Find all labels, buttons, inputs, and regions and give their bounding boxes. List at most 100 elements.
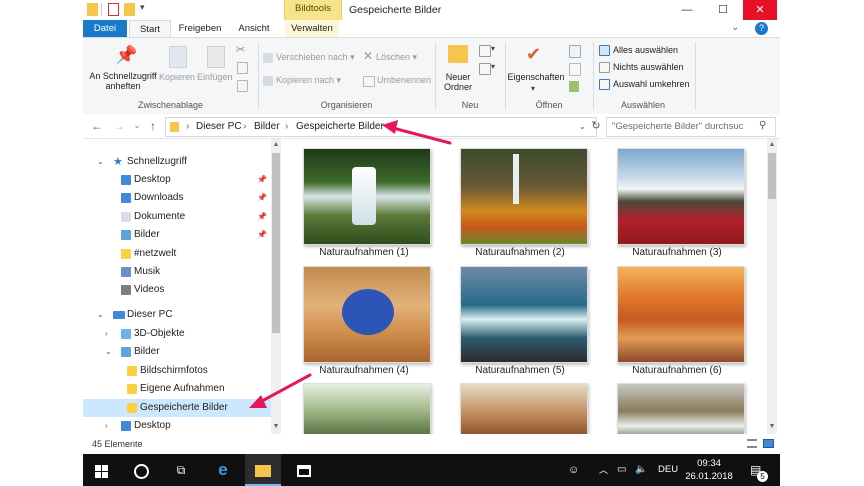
pin-quick-access-button[interactable]: An Schnellzugriff anheften [88, 71, 158, 91]
thumbnail-mountain-meadow[interactable] [617, 148, 745, 245]
breadcrumb-dieser-pc[interactable]: Dieser PC [196, 118, 242, 136]
new-item-icon[interactable] [479, 45, 491, 57]
scroll-down-icon[interactable]: ▼ [767, 423, 777, 430]
invert-selection-button[interactable]: Auswahl umkehren [613, 79, 690, 89]
tab-freigeben[interactable]: Freigeben [175, 20, 225, 37]
close-button[interactable]: ✕ [743, 0, 777, 20]
chevron-down-icon[interactable]: ⌄ [97, 306, 104, 324]
cut-icon[interactable]: ✂ [236, 43, 245, 56]
tree-item-this-pc[interactable]: ⌄ Dieser PC [83, 306, 271, 324]
history-icon[interactable] [569, 81, 579, 92]
task-view-button[interactable]: ⧉ [163, 454, 199, 486]
input-language[interactable]: DEU [658, 454, 678, 486]
chevron-down-icon[interactable]: ⌄ [105, 343, 112, 361]
breadcrumb-separator[interactable]: › [186, 118, 189, 136]
volume-icon[interactable]: 🔈 [635, 454, 647, 486]
search-icon[interactable]: ⚲ [759, 120, 766, 131]
copy-button[interactable]: Kopieren [159, 72, 195, 82]
new-item-dropdown-icon[interactable]: ▾ [491, 44, 495, 53]
rename-button[interactable]: Umbenennen [377, 75, 431, 85]
start-button[interactable] [83, 454, 119, 486]
chevron-right-icon[interactable]: › [105, 325, 108, 343]
minimize-button[interactable]: — [670, 0, 704, 20]
chevron-right-icon[interactable]: › [105, 417, 108, 435]
tree-item-dokumente[interactable]: Dokumente 📌 [83, 208, 271, 226]
easy-access-dropdown-icon[interactable]: ▾ [491, 62, 495, 71]
file-name[interactable]: Naturaufnahmen (4) [284, 365, 444, 376]
people-icon[interactable]: ☺ [568, 454, 579, 486]
scroll-down-icon[interactable]: ▼ [271, 423, 281, 430]
forward-button[interactable]: → [112, 118, 126, 134]
tree-item-eigene-aufnahmen[interactable]: Eigene Aufnahmen [83, 380, 271, 398]
large-icons-view-icon[interactable] [763, 439, 774, 448]
cortana-button[interactable] [123, 454, 159, 486]
thumbnail-canyon[interactable] [617, 266, 745, 363]
quick-access-toolbar-dropdown-icon[interactable]: ▾ [140, 2, 145, 13]
thumbnail-waterfall[interactable] [303, 148, 431, 245]
file-name[interactable]: Naturaufnahmen (5) [440, 365, 600, 376]
tree-item-videos[interactable]: Videos [83, 281, 271, 299]
network-icon[interactable]: ▭ [617, 454, 626, 486]
tree-item-gespeicherte-bilder[interactable]: Gespeicherte Bilder [83, 399, 271, 417]
easy-access-icon[interactable] [479, 63, 491, 75]
properties-quick-icon[interactable] [108, 3, 119, 16]
tree-item-downloads[interactable]: Downloads 📌 [83, 189, 271, 207]
thumbnail-ocean-wave[interactable] [460, 266, 588, 363]
new-folder-quick-icon[interactable] [124, 3, 135, 16]
content-scrollbar[interactable]: ▲ ▼ [767, 139, 777, 434]
thumbnail-autumn-waterfall[interactable] [460, 148, 588, 245]
address-bar[interactable]: › Dieser PC › Bilder › Gespeicherte Bild… [165, 117, 597, 137]
store-button[interactable] [286, 454, 322, 486]
tree-item-desktop-pc[interactable]: › Desktop [83, 417, 271, 435]
address-dropdown-icon[interactable]: ⌄ [579, 118, 586, 136]
breadcrumb-separator[interactable]: › [285, 118, 288, 136]
open-icon[interactable] [569, 45, 581, 58]
select-all-button[interactable]: Alles auswählen [613, 45, 678, 55]
paste-shortcut-icon[interactable] [237, 80, 248, 92]
nav-scrollbar[interactable]: ▲ ▼ [271, 139, 281, 434]
tree-item-bilder[interactable]: ⌄ Bilder [83, 343, 271, 361]
tree-item-desktop[interactable]: Desktop 📌 [83, 171, 271, 189]
file-name[interactable]: Naturaufnahmen (3) [597, 247, 757, 258]
up-button[interactable]: ↑ [146, 118, 160, 134]
tree-item-musik[interactable]: Musik [83, 263, 271, 281]
ribbon-collapse-icon[interactable]: ⌄ [731, 22, 739, 33]
recent-locations-dropdown-icon[interactable]: ⌄ [130, 118, 144, 134]
breadcrumb-bilder[interactable]: Bilder [254, 118, 280, 136]
help-icon[interactable]: ? [755, 22, 768, 35]
edge-icon[interactable]: e [205, 454, 241, 486]
copy-path-icon[interactable] [237, 62, 248, 74]
select-none-button[interactable]: Nichts auswählen [613, 62, 684, 72]
file-name[interactable]: Naturaufnahmen (1) [284, 247, 444, 258]
properties-dropdown-icon[interactable]: ▾ [531, 84, 535, 93]
chevron-down-icon[interactable]: ⌄ [97, 153, 104, 171]
tree-item-3d-objekte[interactable]: › 3D-Objekte [83, 325, 271, 343]
tree-item-quick-access[interactable]: ⌄ ★ Schnellzugriff [83, 153, 271, 171]
tree-item-bildschirmfotos[interactable]: Bildschirmfotos [83, 362, 271, 380]
refresh-icon[interactable]: ↻ [589, 118, 603, 134]
details-view-icon[interactable] [747, 439, 757, 448]
scroll-up-icon[interactable]: ▲ [271, 141, 281, 148]
thumbnail-rock-arch[interactable] [303, 266, 431, 363]
maximize-button[interactable]: ☐ [706, 0, 740, 20]
tree-item-netzwelt[interactable]: #netzwelt [83, 245, 271, 263]
scroll-up-icon[interactable]: ▲ [767, 141, 777, 148]
delete-button[interactable]: Löschen ▾ [376, 52, 417, 63]
breadcrumb-separator[interactable]: › [243, 118, 246, 136]
paste-button[interactable]: Einfügen [197, 72, 233, 82]
move-to-button[interactable]: Verschieben nach ▾ [276, 52, 355, 63]
edit-icon[interactable] [569, 63, 581, 76]
breadcrumb-gespeicherte-bilder[interactable]: Gespeicherte Bilder [296, 118, 384, 136]
copy-to-button[interactable]: Kopieren nach ▾ [276, 75, 341, 86]
search-input[interactable]: "Gespeicherte Bilder" durchsuc ⚲ [606, 117, 776, 137]
scrollbar-thumb[interactable] [272, 153, 280, 333]
clock[interactable]: 09:34 26.01.2018 [683, 457, 735, 483]
tree-item-bilder-quick[interactable]: Bilder 📌 [83, 226, 271, 244]
show-hidden-icons-icon[interactable]: ︿ [599, 454, 608, 486]
back-button[interactable]: ← [90, 118, 104, 134]
file-explorer-taskbar-button[interactable] [245, 454, 281, 486]
file-name[interactable]: Naturaufnahmen (6) [597, 365, 757, 376]
tab-start[interactable]: Start [129, 20, 171, 38]
new-folder-button[interactable]: Neuer Ordner [439, 72, 477, 92]
scrollbar-thumb[interactable] [768, 153, 776, 199]
